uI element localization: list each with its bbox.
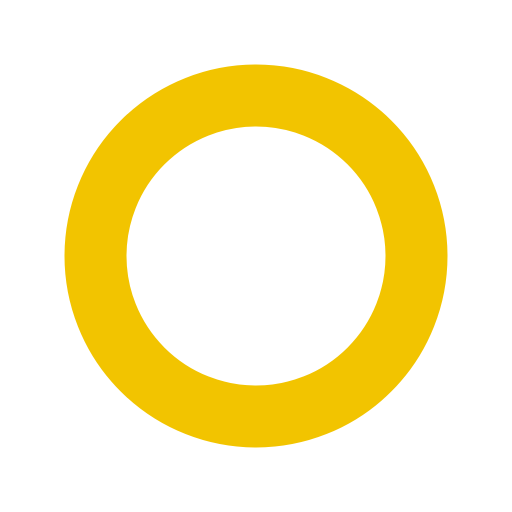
icon-canvas <box>0 0 512 512</box>
ring-shape <box>64 64 448 448</box>
ring-icon <box>64 64 448 448</box>
